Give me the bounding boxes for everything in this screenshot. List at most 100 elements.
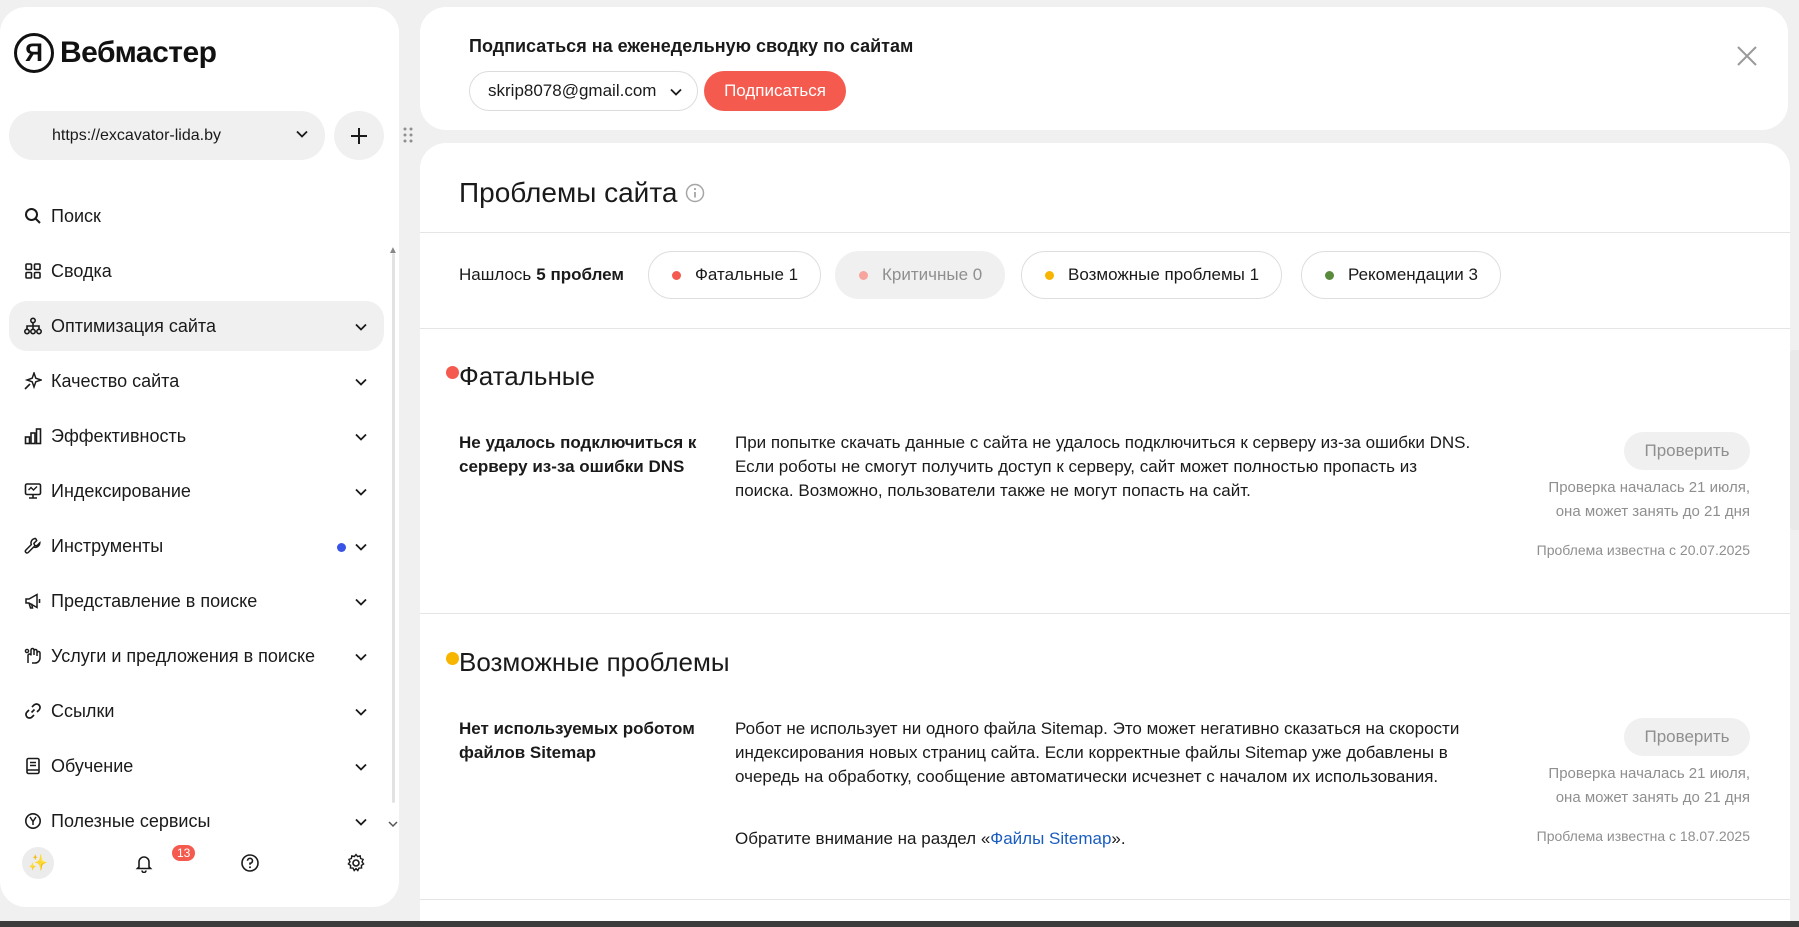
subscribe-button[interactable]: Подписаться [704, 71, 846, 111]
megaphone-icon [23, 591, 43, 611]
sidebar-item-label: Обучение [51, 755, 134, 776]
info-icon[interactable] [685, 183, 705, 203]
chevron-down-icon [355, 323, 367, 331]
sidebar-item-label: Инструменты [51, 535, 164, 556]
sidebar-item-tools[interactable]: Инструменты [9, 521, 384, 571]
sidebar-item-label: Сводка [51, 260, 112, 281]
ai-assistant-button[interactable]: ✨ [22, 847, 54, 879]
filter-chip-recommendations[interactable]: Рекомендации 3 [1301, 251, 1501, 299]
notifications-button[interactable] [128, 847, 160, 879]
bar-chart-icon [23, 426, 43, 446]
sidebar-footer: ✨ 13 [22, 843, 382, 887]
sidebar-item-indexing[interactable]: Индексирование [9, 466, 384, 516]
logo[interactable]: Я Вебмастер [14, 33, 217, 73]
section-dot-possible [446, 652, 459, 665]
known-since: Проблема известна с 20.07.2025 [1536, 542, 1750, 558]
subscribe-title: Подписаться на еженедельную сводку по са… [469, 36, 914, 56]
status-dot [859, 270, 868, 280]
sidebar-item-label: Полезные сервисы [51, 810, 211, 831]
scroll-down-arrow-icon[interactable] [388, 819, 398, 829]
help-button[interactable] [234, 847, 266, 879]
note-suffix: ». [1111, 829, 1126, 848]
wrench-icon [23, 536, 43, 556]
link-icon [23, 701, 43, 721]
new-indicator-dot [337, 543, 346, 552]
bell-icon [135, 856, 153, 873]
close-icon[interactable] [1732, 41, 1762, 71]
issue-note: Обратите внимание на раздел «Файлы Sitem… [735, 829, 1126, 849]
filter-chip-possible[interactable]: Возможные проблемы 1 [1021, 251, 1283, 299]
sidebar-item-label: Услуги и предложения в поиске [51, 645, 316, 666]
filter-chip-label: Критичные 0 [882, 265, 983, 284]
sidebar-nav: Поиск Сводка Оптимизация сайта Качество … [9, 191, 384, 851]
monitor-icon [23, 481, 43, 501]
sparkles-icon: ✨ [28, 855, 48, 872]
check-button[interactable]: Проверить [1624, 432, 1750, 470]
add-site-button[interactable] [334, 111, 384, 160]
hand-icon [23, 646, 43, 666]
site-selector-value: https://excavator-lida.by [52, 126, 221, 144]
site-selector[interactable]: https://excavator-lida.by [9, 111, 325, 160]
page-title: Проблемы сайта [459, 177, 705, 209]
sidebar-item-search[interactable]: Поиск [9, 191, 384, 241]
chevron-down-icon [355, 488, 367, 496]
site-problems-panel: Проблемы сайта Нашлось 5 проблем Фатальн… [420, 143, 1790, 927]
email-selector[interactable]: skrip8078@gmail.com [469, 71, 698, 111]
status-dot [1045, 270, 1054, 280]
chevron-down-icon [355, 378, 367, 386]
gear-icon [347, 853, 365, 872]
divider [420, 232, 1790, 233]
plus-icon [351, 127, 367, 144]
status-dot [1325, 270, 1334, 280]
app-title: Вебмастер [60, 36, 217, 69]
yandex-logo-icon: Я [14, 33, 54, 73]
settings-button[interactable] [340, 847, 372, 879]
note-prefix: Обратите внимание на раздел « [735, 829, 991, 848]
sidebar-item-efficiency[interactable]: Эффективность [9, 411, 384, 461]
sidebar-item-label: Оптимизация сайта [51, 315, 216, 336]
sidebar-item-services-offers[interactable]: Услуги и предложения в поиске [9, 631, 384, 681]
issue-name: Не удалось подключиться к серверу из-за … [459, 433, 697, 476]
divider [420, 899, 1790, 900]
status-dot [672, 270, 681, 280]
sidebar-item-search-appearance[interactable]: Представление в поиске [9, 576, 384, 626]
sidebar-item-site-quality[interactable]: Качество сайта [9, 356, 384, 406]
issue-description: При попытке скачать данные с сайта не уд… [735, 433, 1471, 500]
question-icon [241, 854, 259, 872]
filter-chip-label: Рекомендации 3 [1348, 265, 1478, 284]
section-title-possible: Возможные проблемы [459, 647, 730, 677]
subscribe-banner: Подписаться на еженедельную сводку по са… [420, 7, 1788, 130]
summary-count: 5 проблем [536, 265, 624, 284]
chevron-down-icon [355, 543, 367, 551]
sidebar-item-label: Ссылки [51, 700, 115, 721]
sidebar: Я Вебмастер https://excavator-lida.by По… [0, 7, 399, 907]
sidebar-resize-handle-icon[interactable] [403, 126, 413, 144]
chevron-down-icon [355, 598, 367, 606]
chevron-down-icon [670, 88, 682, 96]
page-title-text: Проблемы сайта [459, 177, 678, 208]
chevron-down-icon [355, 433, 367, 441]
filter-chip-critical[interactable]: Критичные 0 [835, 251, 1006, 299]
sitemap-files-link[interactable]: Файлы Sitemap [990, 829, 1111, 848]
book-icon [23, 756, 43, 776]
sidebar-item-label: Поиск [51, 205, 101, 226]
sidebar-item-learning[interactable]: Обучение [9, 741, 384, 791]
summary-prefix: Нашлось [459, 265, 532, 284]
sidebar-item-links[interactable]: Ссылки [9, 686, 384, 736]
chevron-down-icon [355, 763, 367, 771]
issue-description: Робот не использует ни одного файла Site… [735, 719, 1460, 786]
search-icon [23, 206, 43, 226]
sidebar-scrollbar[interactable] [392, 253, 395, 803]
sidebar-item-label: Индексирование [51, 480, 191, 501]
email-value: skrip8078@gmail.com [488, 81, 657, 100]
sidebar-item-summary[interactable]: Сводка [9, 246, 384, 296]
filter-chip-fatal[interactable]: Фатальные 1 [648, 251, 822, 299]
check-button[interactable]: Проверить [1624, 718, 1750, 756]
chevron-down-icon [355, 708, 367, 716]
sidebar-item-site-optimization[interactable]: Оптимизация сайта [9, 301, 384, 351]
sparkle-pin-icon [23, 371, 43, 391]
sidebar-item-useful-services[interactable]: Полезные сервисы [9, 796, 384, 846]
page-scrollbar[interactable] [1790, 350, 1799, 530]
sitemap-icon [23, 316, 43, 336]
chevron-down-icon [355, 818, 367, 826]
